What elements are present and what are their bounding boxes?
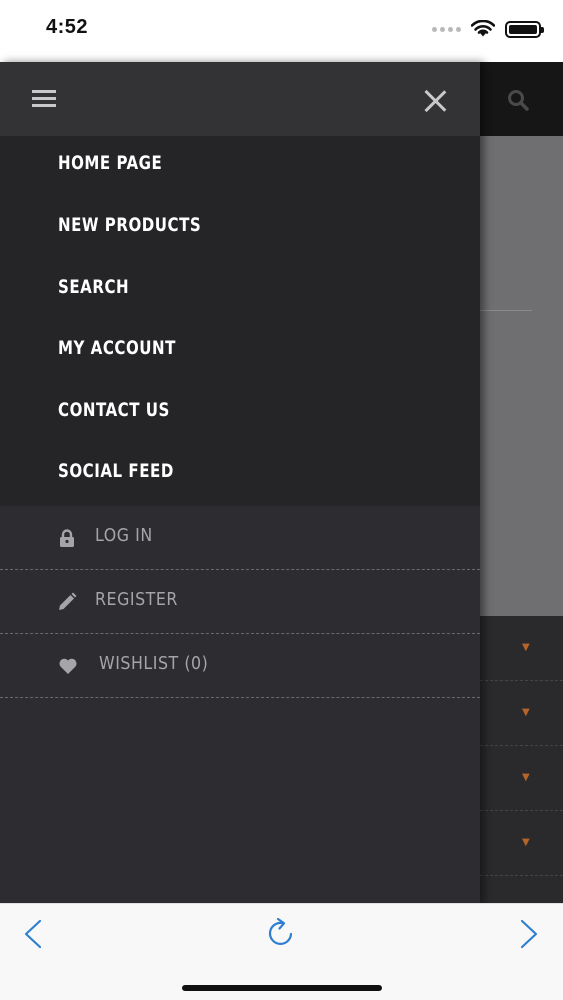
battery-icon [505,20,544,38]
heart-icon [59,658,77,674]
drawer-header [0,62,480,136]
arrow-down-icon: ▼ [522,772,530,783]
back-arrow-icon[interactable] [22,918,44,950]
pencil-icon [59,592,77,610]
arrow-down-icon: ▼ [522,837,530,848]
background-page: ▼ ▼ ▼ ▼ [480,62,563,903]
app-screen: 4:52 ▼ ▼ ▼ ▼ HOME PAGE NEW PRODUCTS SEAR… [0,0,563,1000]
list-item: ▼ [480,746,563,811]
background-list: ▼ ▼ ▼ ▼ [480,616,563,876]
menu-item-social-feed[interactable]: SOCIAL FEED [58,460,174,482]
menu-item-new-products[interactable]: NEW PRODUCTS [58,214,201,236]
list-item: ▼ [480,681,563,746]
banner-divider [480,310,532,311]
arrow-down-icon: ▼ [522,707,530,718]
wishlist-label: WISHLIST (0) [99,653,209,674]
forward-arrow-icon[interactable] [518,918,540,950]
background-banner [480,136,563,616]
login-link[interactable]: LOG IN [0,506,480,570]
menu-item-home-page[interactable]: HOME PAGE [58,152,162,174]
register-label: REGISTER [95,589,178,610]
status-time: 4:52 [46,16,89,38]
navigation-drawer: HOME PAGE NEW PRODUCTS SEARCH MY ACCOUNT… [0,62,480,903]
menu-item-search[interactable]: SEARCH [58,276,129,298]
menu-item-contact-us[interactable]: CONTACT US [58,399,170,421]
status-bar: 4:52 [0,0,563,62]
status-icons [432,18,544,40]
arrow-down-icon: ▼ [522,642,530,653]
browser-toolbar [0,903,563,1000]
close-drawer-button[interactable] [422,88,448,114]
list-item: ▼ [480,811,563,876]
main-menu: HOME PAGE NEW PRODUCTS SEARCH MY ACCOUNT… [0,136,480,506]
cellular-signal-icon [432,26,461,32]
lock-icon [60,529,74,547]
home-indicator[interactable] [182,985,382,991]
register-link[interactable]: REGISTER [0,570,480,634]
search-icon[interactable] [506,88,530,112]
wifi-icon [471,20,495,37]
menu-item-my-account[interactable]: MY ACCOUNT [58,337,176,359]
background-header [480,62,563,136]
account-links: LOG IN REGISTER WISHLIST (0) [0,506,480,698]
wishlist-link[interactable]: WISHLIST (0) [0,634,480,698]
login-label: LOG IN [95,525,153,546]
reload-icon[interactable] [265,917,297,949]
list-item: ▼ [480,616,563,681]
hamburger-menu-icon[interactable] [32,90,56,108]
